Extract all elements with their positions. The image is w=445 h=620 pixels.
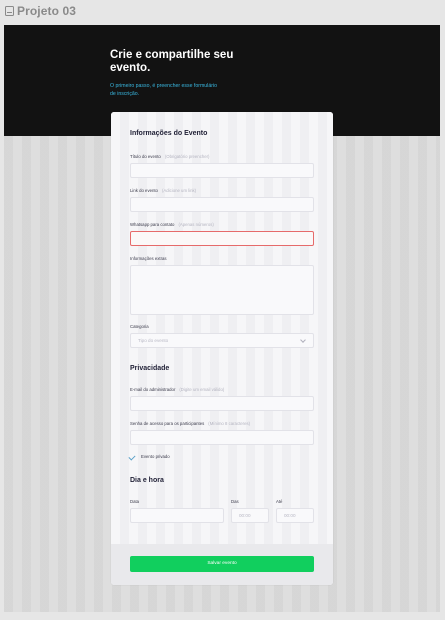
date-input[interactable] [130,508,224,523]
admin-email-input[interactable] [130,396,314,411]
frame-title[interactable]: Projeto 03 [17,4,76,18]
canvas: Crie e compartilhe seu evento. O primeir… [4,25,440,612]
event-link-label-text: Link do evento [130,188,158,193]
whatsapp-label-text: Whatsapp para contato [130,222,175,227]
extra-info-textarea[interactable] [130,265,314,315]
from-time-placeholder: 00:00 [239,513,251,518]
event-link-hint: (Adicione um link) [161,188,197,193]
admin-email-label: E-mail do administrador (Digite um email … [130,387,224,392]
event-link-input[interactable] [130,197,314,212]
event-title-label-text: Título do evento [130,154,161,159]
whatsapp-input[interactable] [130,231,314,246]
whatsapp-label: Whatsapp para contato (Apenas números) [130,222,214,227]
to-label: Até [276,499,283,504]
to-time-input[interactable]: 00:00 [276,508,314,523]
hero-subtitle: O primeiro passo, é preencher esse formu… [110,83,217,97]
event-form-card: Informações do Evento Título do evento (O… [111,112,333,585]
access-password-label-text: Senha de acesso para os participantes [130,421,205,426]
section-title-privacy: Privacidade [130,365,170,372]
category-placeholder: Tipo do evento [138,338,169,343]
event-title-hint: (Obrigatório preencher) [164,154,210,159]
event-title-input[interactable] [130,163,314,178]
category-select[interactable]: Tipo do evento [130,333,314,348]
access-password-hint: (Mínimo 8 caracteres) [208,421,251,426]
frame-icon [5,6,14,16]
to-time-placeholder: 00:00 [284,513,296,518]
from-time-input[interactable]: 00:00 [231,508,269,523]
from-label: Das [231,499,239,504]
event-title-label: Título do evento (Obrigatório preencher) [130,154,210,159]
admin-email-hint: (Digite um email válido) [179,387,225,392]
form-footer: Salvar evento [111,544,333,585]
frame-header: Projeto 03 [0,0,445,24]
date-label: Data [130,499,140,504]
event-link-label: Link do evento (Adicione um link) [130,188,196,193]
chevron-down-icon [300,337,306,343]
section-title-date-time: Dia e hora [130,477,164,484]
extra-info-label: Informações extras [130,256,167,261]
access-password-label: Senha de acesso para os participantes (Mí… [130,421,250,426]
hero-title: Crie e compartilhe seu evento. [110,49,234,74]
category-label: Categoria [130,324,149,329]
whatsapp-hint: (Apenas números) [178,222,214,227]
private-event-label: Evento privado [141,454,170,459]
access-password-input[interactable] [130,430,314,445]
section-title-event-info: Informações do Evento [130,130,208,137]
save-event-button[interactable]: Salvar evento [130,556,314,572]
admin-email-label-text: E-mail do administrador [130,387,176,392]
